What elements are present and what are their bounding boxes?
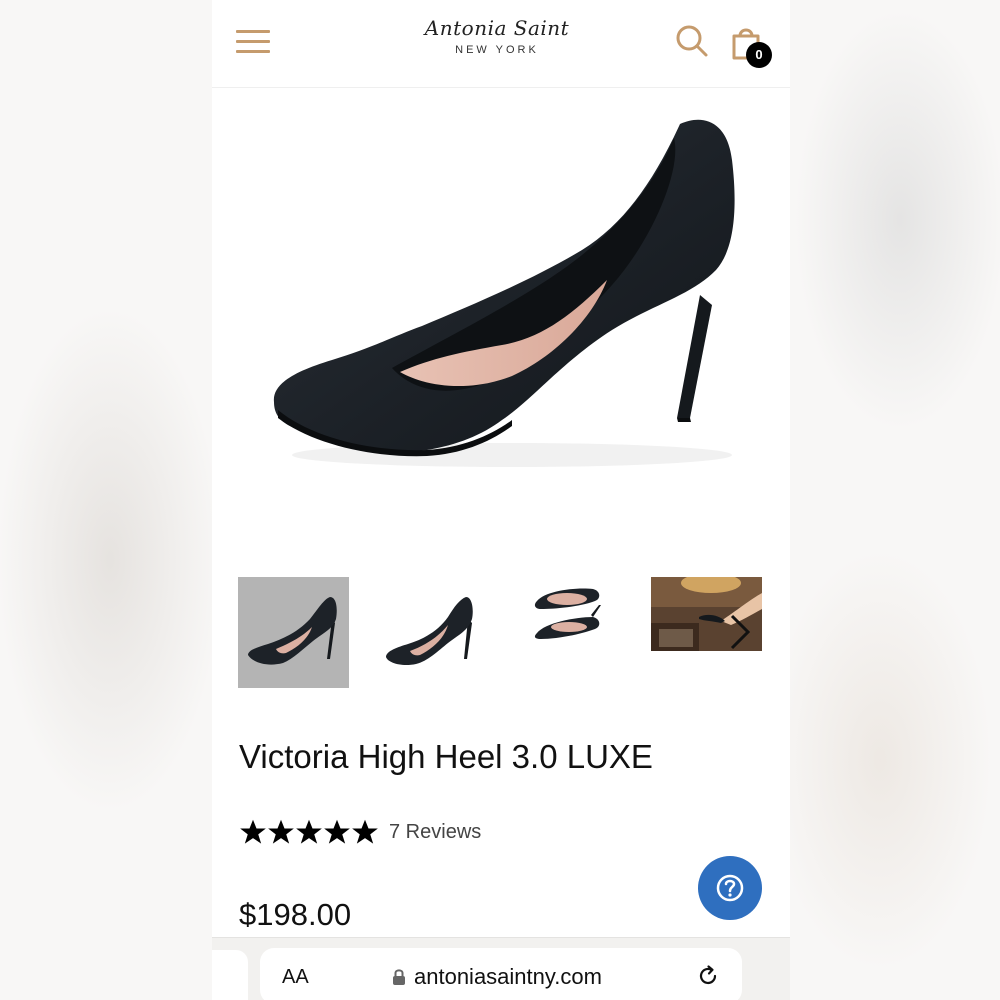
star-icon xyxy=(296,819,322,844)
menu-icon[interactable] xyxy=(236,30,270,60)
thumbnail-side-view[interactable] xyxy=(238,577,349,688)
logo-script: Antonia Saint xyxy=(424,16,570,40)
search-icon[interactable] xyxy=(675,24,709,58)
lock-icon xyxy=(393,969,405,985)
shoe-pair-thumbnail-image xyxy=(534,588,601,639)
url-display[interactable]: antoniasaintny.com xyxy=(392,964,602,990)
cart-count-badge: 0 xyxy=(746,42,772,68)
text-size-button[interactable]: AA xyxy=(282,966,309,989)
star-icon xyxy=(268,819,294,844)
product-title: Victoria High Heel 3.0 LUXE xyxy=(239,738,653,775)
help-button[interactable] xyxy=(698,856,762,920)
thumbnail-pair-view[interactable] xyxy=(515,577,626,688)
product-rating[interactable]: 7 Reviews xyxy=(239,816,481,848)
brand-logo[interactable]: Antonia Saint NEW YORK xyxy=(402,16,592,56)
star-rating xyxy=(239,818,379,846)
product-hero-image[interactable] xyxy=(212,90,790,550)
url-text: antoniasaintny.com xyxy=(414,964,602,989)
star-icon xyxy=(352,819,378,844)
address-bar[interactable]: AA antoniasaintny.com xyxy=(260,948,742,1000)
site-header: Antonia Saint NEW YORK 0 xyxy=(212,0,790,88)
product-thumbnails xyxy=(238,577,766,689)
chevron-right-icon[interactable] xyxy=(726,612,754,652)
star-icon xyxy=(324,819,350,844)
reload-icon[interactable] xyxy=(696,964,720,988)
shoe-angle-thumbnail-image xyxy=(386,597,473,666)
product-price: $198.00 xyxy=(239,897,352,932)
question-mark-icon xyxy=(716,874,744,902)
mobile-viewport: Antonia Saint NEW YORK 0 Victoria High H… xyxy=(212,0,790,1000)
browser-toolbar: AA antoniasaintny.com xyxy=(212,937,790,1000)
star-icon xyxy=(240,819,266,844)
logo-subtitle: NEW YORK xyxy=(455,44,539,56)
previous-tab-edge[interactable] xyxy=(212,950,248,1000)
shoe-side-thumbnail-image xyxy=(248,597,337,665)
reviews-link[interactable]: 7 Reviews xyxy=(389,821,481,844)
thumbnail-three-quarter-view[interactable] xyxy=(376,577,487,688)
